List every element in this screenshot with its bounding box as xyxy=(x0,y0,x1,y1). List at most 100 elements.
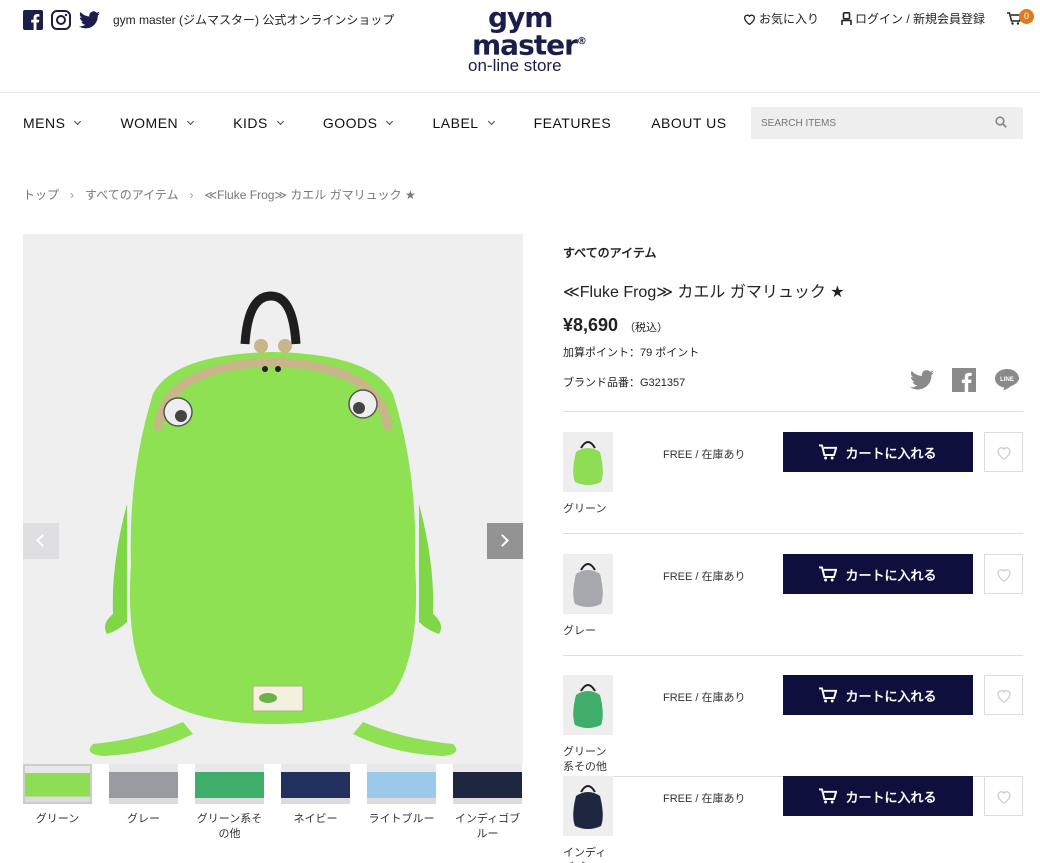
heart-icon xyxy=(996,689,1011,703)
product-price: ¥8,690 （税込） xyxy=(563,315,669,335)
instagram-icon[interactable] xyxy=(51,10,71,30)
thumbnail-item[interactable]: ライトブルー xyxy=(367,764,436,842)
thumbnail-image xyxy=(195,764,264,804)
variant-label: グレー xyxy=(563,625,596,637)
variant-label: グリーン系その他 xyxy=(563,746,607,773)
nav-label[interactable]: LABEL xyxy=(432,115,495,131)
nav-mens[interactable]: MENS xyxy=(23,115,82,131)
variant-row: グリーン FREE / 在庫あり カートに入れる xyxy=(563,432,1023,552)
logo-line1: gym xyxy=(488,1,553,34)
tax-label: （税込） xyxy=(624,322,669,334)
nav-about-us[interactable]: ABOUT US xyxy=(651,115,726,131)
share-links: LINE xyxy=(910,368,1020,392)
variant-stock: FREE / 在庫あり xyxy=(663,793,746,805)
thumbnail-label: グレー xyxy=(127,813,160,825)
user-icon xyxy=(841,12,852,25)
chevron-down-icon xyxy=(74,117,82,125)
add-to-cart-label: カートに入れる xyxy=(845,445,937,461)
heart-icon xyxy=(996,446,1011,460)
add-to-cart-button[interactable]: カートに入れる xyxy=(783,432,973,472)
favorite-button[interactable] xyxy=(984,776,1023,816)
favorite-button[interactable] xyxy=(984,432,1023,472)
divider xyxy=(563,533,1023,534)
breadcrumb-current: ≪Fluke Frog≫ カエル ガマリュック ★ xyxy=(204,188,416,202)
brand-code: ブランド品番：G321357 xyxy=(563,377,686,389)
svg-text:LINE: LINE xyxy=(1000,377,1014,383)
frog-backpack-image xyxy=(23,234,523,764)
thumbnail-item[interactable]: グリーン xyxy=(23,764,92,842)
breadcrumb-top[interactable]: トップ xyxy=(23,186,59,203)
add-to-cart-button[interactable]: カートに入れる xyxy=(783,554,973,594)
site-tagline: gym master (ジムマスター) 公式オンラインショップ xyxy=(113,13,395,27)
twitter-share-icon[interactable] xyxy=(910,370,934,390)
thumbnail-strip: グリーン グレー グリーン系その他 ネイビー ライトブルー インディゴブルー xyxy=(23,764,523,842)
variant-image[interactable] xyxy=(563,675,613,735)
add-to-cart-button[interactable]: カートに入れる xyxy=(783,675,973,715)
thumbnail-image xyxy=(367,764,436,804)
variant-stock: FREE / 在庫あり xyxy=(663,571,746,583)
header-links: お気に入り ログイン / 新規会員登録 0 xyxy=(721,9,1034,27)
search-box xyxy=(751,107,1023,139)
variant-image[interactable] xyxy=(563,776,613,836)
product-points: 加算ポイント：79 ポイント xyxy=(563,347,700,359)
thumbnail-label: ライトブルー xyxy=(368,813,435,825)
cart-count-badge: 0 xyxy=(1019,9,1034,24)
nav-women[interactable]: WOMEN xyxy=(120,115,195,131)
variant-image[interactable] xyxy=(563,554,613,614)
thumbnail-item[interactable]: インディゴブルー xyxy=(453,764,522,842)
thumbnail-image xyxy=(109,764,178,804)
variant-stock: FREE / 在庫あり xyxy=(663,692,746,704)
add-to-cart-label: カートに入れる xyxy=(845,789,937,805)
divider xyxy=(563,411,1023,412)
search-icon[interactable] xyxy=(995,116,1007,128)
cart-icon xyxy=(819,566,838,582)
nav-goods[interactable]: GOODS xyxy=(323,115,394,131)
heart-icon xyxy=(996,568,1011,582)
header-divider xyxy=(0,92,1040,93)
search-input[interactable] xyxy=(751,107,981,139)
variant-row: グレー FREE / 在庫あり カートに入れる xyxy=(563,554,1023,674)
line-share-icon[interactable]: LINE xyxy=(994,368,1020,392)
product-main-image xyxy=(23,234,523,764)
favorite-button[interactable] xyxy=(984,675,1023,715)
divider xyxy=(563,655,1023,656)
facebook-share-icon[interactable] xyxy=(952,368,976,392)
breadcrumb-separator: › xyxy=(70,187,75,202)
thumbnail-label: インディゴブルー xyxy=(454,813,521,840)
twitter-icon[interactable] xyxy=(79,11,100,29)
gallery-prev-button[interactable] xyxy=(23,523,59,559)
thumbnail-item[interactable]: グレー xyxy=(109,764,178,842)
chevron-left-icon xyxy=(36,534,49,547)
thumbnail-label: ネイビー xyxy=(293,813,338,825)
nav-kids[interactable]: KIDS xyxy=(233,115,284,131)
thumbnail-image xyxy=(281,764,350,804)
variant-label: グリーン xyxy=(563,503,607,515)
social-links xyxy=(23,10,100,30)
thumbnail-label: グリーン xyxy=(35,813,80,825)
favorites-link[interactable]: お気に入り xyxy=(743,10,819,27)
thumbnail-label: グリーン系その他 xyxy=(196,813,263,840)
facebook-icon[interactable] xyxy=(23,10,43,30)
heart-icon xyxy=(743,14,755,25)
main-nav: MENS WOMEN KIDS GOODS LABEL FEATURES ABO… xyxy=(23,115,727,131)
cart-link[interactable]: 0 xyxy=(1007,9,1034,25)
thumbnail-item[interactable]: ネイビー xyxy=(281,764,350,842)
variant-image[interactable] xyxy=(563,432,613,492)
cart-icon xyxy=(819,788,838,804)
login-link[interactable]: ログイン / 新規会員登録 xyxy=(841,10,985,27)
thumbnail-image xyxy=(453,764,522,804)
gallery-next-button[interactable] xyxy=(487,523,523,559)
site-logo[interactable]: gym master® on-line store xyxy=(466,1,587,75)
variant-stock: FREE / 在庫あり xyxy=(663,449,746,461)
favorite-button[interactable] xyxy=(984,554,1023,594)
product-category[interactable]: すべてのアイテム xyxy=(563,244,656,261)
product-title: ≪Fluke Frog≫ カエル ガマリュック ★ xyxy=(563,284,845,301)
thumbnail-image xyxy=(23,764,92,804)
thumbnail-item[interactable]: グリーン系その他 xyxy=(195,764,264,842)
nav-features[interactable]: FEATURES xyxy=(534,115,612,131)
add-to-cart-button[interactable]: カートに入れる xyxy=(783,776,973,816)
breadcrumb-all-items[interactable]: すべてのアイテム xyxy=(85,186,178,203)
chevron-down-icon xyxy=(487,117,495,125)
breadcrumb: トップ › すべてのアイテム › ≪Fluke Frog≫ カエル ガマリュック… xyxy=(23,186,416,203)
variant-label: インディゴブルー xyxy=(563,847,607,863)
